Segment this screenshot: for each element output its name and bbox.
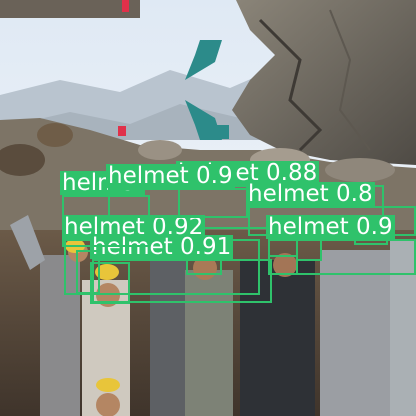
detection-box [186, 255, 222, 275]
detection-image: helmet 0.88 helmet 0.8 helmet 0.92 helme… [0, 0, 416, 416]
detection-11 [296, 237, 322, 261]
detection-10 [268, 255, 298, 275]
detection-9 [186, 255, 222, 275]
detection-label: helmet 0.8 [246, 181, 375, 207]
detection-box [90, 262, 130, 304]
detection-label: helmet 0.9 [266, 214, 395, 240]
detection-8: helmet 0.9 [106, 164, 248, 218]
detection-13 [90, 262, 130, 304]
detection-box [296, 237, 322, 261]
detection-label: helmet 0.9 [106, 163, 235, 189]
detection-box [108, 188, 248, 218]
detection-box [268, 255, 298, 275]
